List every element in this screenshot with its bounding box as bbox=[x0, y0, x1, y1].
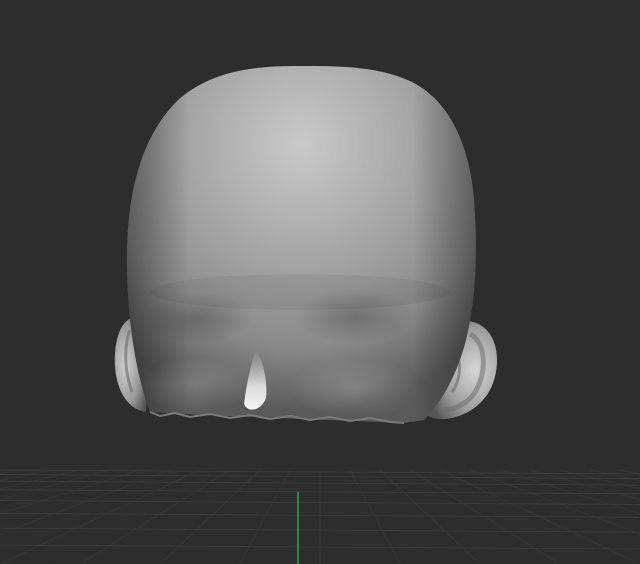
grid-line-v bbox=[0, 469, 21, 475]
floor-grid bbox=[0, 469, 640, 564]
left-eye-socket bbox=[142, 292, 254, 344]
right-eye-socket bbox=[293, 288, 417, 344]
grid-line-v bbox=[159, 469, 261, 564]
grid-line-v bbox=[79, 469, 231, 564]
grid-line-v bbox=[0, 469, 201, 564]
3d-viewport[interactable] bbox=[0, 0, 640, 564]
right-cheek bbox=[290, 358, 420, 418]
grid-line-v bbox=[0, 469, 81, 490]
left-cheek bbox=[140, 357, 250, 413]
grid-line-v bbox=[0, 469, 51, 481]
grid-line-v bbox=[0, 469, 171, 535]
grid-line-v bbox=[239, 469, 291, 564]
viewport-canvas[interactable] bbox=[0, 0, 640, 564]
